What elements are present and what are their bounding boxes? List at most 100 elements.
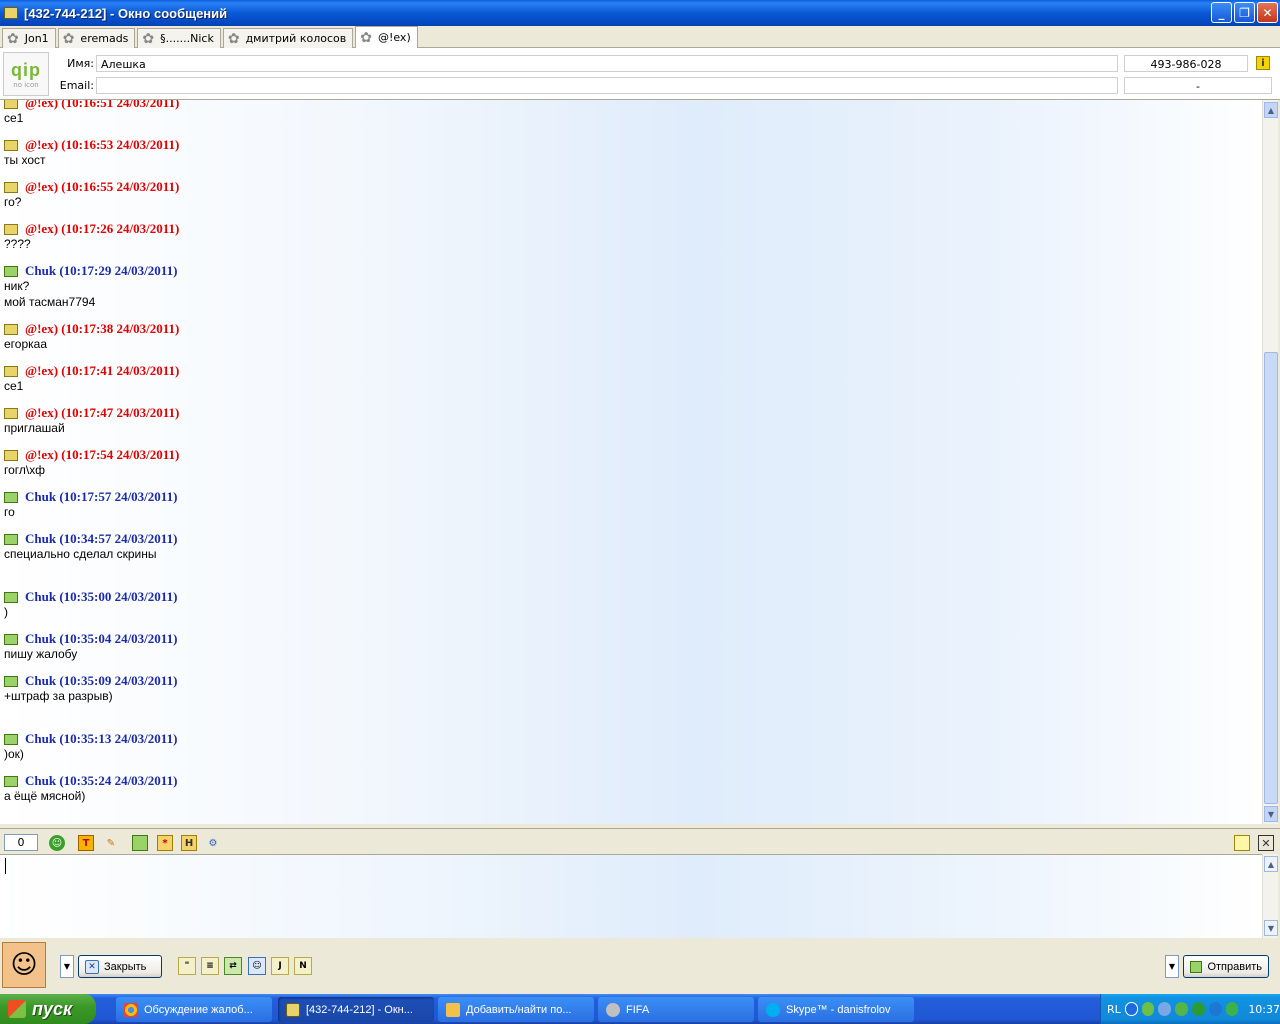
close-window-button[interactable]: ✕ bbox=[1257, 2, 1278, 23]
message-icon bbox=[4, 591, 18, 603]
status-flower-icon: ✿ bbox=[360, 29, 372, 46]
message-input[interactable] bbox=[0, 854, 1262, 938]
message-text: )ок) bbox=[4, 747, 24, 761]
contact-info-panel: qip no icon Имя: Алешка Email: 493-986-0… bbox=[0, 48, 1280, 100]
tab-label: eremads bbox=[80, 32, 129, 45]
send-button-label: Отправить bbox=[1207, 960, 1262, 973]
user-info-icon[interactable]: i bbox=[1256, 56, 1270, 70]
scroll-up-arrow-icon[interactable]: ▲ bbox=[1264, 102, 1278, 118]
minimize-button[interactable]: _ bbox=[1211, 2, 1232, 23]
message-text: егоркаа bbox=[4, 337, 47, 351]
message-item: @!ex) (10:17:41 24/03/2011) се1 bbox=[4, 363, 179, 394]
color-icon[interactable]: ✎ bbox=[103, 835, 119, 851]
tab-lex[interactable]: ✿ @!ex) bbox=[355, 26, 418, 48]
send-icon bbox=[1190, 960, 1203, 973]
tab-eremads[interactable]: ✿ eremads bbox=[57, 28, 136, 48]
tab-dmitry-kolosov[interactable]: ✿ дмитрий колосов bbox=[222, 28, 354, 48]
message-sender: Chuk (10:35:09 24/03/2011) bbox=[25, 673, 178, 688]
template-icon[interactable]: ≡ bbox=[201, 957, 219, 975]
message-text: ник? мой тасман7794 bbox=[4, 279, 96, 309]
status-flower-icon: ✿ bbox=[142, 30, 155, 47]
input-toolbar: 0 ☺ T ✎ * H ⚙ ✕ bbox=[0, 828, 1280, 854]
message-sender: Chuk (10:17:29 24/03/2011) bbox=[25, 263, 178, 278]
start-button[interactable]: пуск bbox=[0, 994, 96, 1024]
input-scrollbar[interactable]: ▲ ▼ bbox=[1262, 854, 1278, 938]
email-field[interactable] bbox=[96, 77, 1118, 94]
close-button[interactable]: ✕ Закрыть bbox=[78, 955, 162, 978]
message-text: ) bbox=[4, 605, 8, 619]
name-field[interactable]: Алешка bbox=[96, 55, 1118, 72]
tab-label: @!ex) bbox=[377, 31, 411, 44]
note-icon[interactable] bbox=[1234, 835, 1250, 851]
scroll-up-arrow-icon[interactable]: ▲ bbox=[1264, 856, 1278, 872]
close-button-label: Закрыть bbox=[104, 960, 147, 973]
start-label: пуск bbox=[32, 998, 73, 1019]
message-text: приглашай bbox=[4, 421, 65, 435]
taskbar-item-skype[interactable]: Skype™ - danisfrolov bbox=[758, 997, 914, 1022]
tab-jon1[interactable]: ✿ Jon1 bbox=[2, 28, 56, 48]
tray-expand-icon[interactable] bbox=[1124, 1002, 1138, 1016]
message-item: Chuk (10:17:29 24/03/2011) ник? мой тасм… bbox=[4, 263, 178, 310]
avatar-caption: no icon bbox=[13, 80, 39, 89]
taskbar-item-fifa[interactable]: FIFA bbox=[598, 997, 754, 1022]
taskbar-item-chrome[interactable]: Обсуждение жалоб... bbox=[116, 997, 272, 1022]
contacts-icon[interactable]: ⚙ bbox=[205, 835, 221, 851]
network-icon[interactable] bbox=[1158, 1002, 1172, 1016]
font-icon[interactable]: T bbox=[78, 835, 94, 851]
security-icon[interactable] bbox=[1225, 1002, 1239, 1016]
message-text: го? bbox=[4, 195, 22, 209]
skype-icon bbox=[766, 1002, 780, 1017]
message-text: пишу жалобу bbox=[4, 647, 78, 661]
contact-details-icon[interactable]: ☺ bbox=[248, 957, 266, 975]
close-options-dropdown[interactable]: ▼ bbox=[60, 955, 74, 978]
chat-scrollbar[interactable]: ▲ ▼ bbox=[1262, 100, 1278, 824]
message-item: Chuk (10:35:09 24/03/2011) +штраф за раз… bbox=[4, 673, 178, 704]
message-icon bbox=[4, 675, 18, 687]
request-auth-icon[interactable]: J bbox=[271, 957, 289, 975]
history-icon[interactable]: H bbox=[181, 835, 197, 851]
send-options-dropdown[interactable]: ▼ bbox=[1165, 955, 1179, 978]
quote-icon[interactable]: " bbox=[178, 957, 196, 975]
uin-field[interactable]: 493-986-028 bbox=[1124, 55, 1248, 72]
message-icon bbox=[4, 223, 18, 235]
smiley-icon[interactable]: ☺ bbox=[49, 835, 65, 851]
title-bar[interactable]: [432-744-212] - Окно сообщений _ ❐ ✕ bbox=[0, 0, 1280, 26]
message-sender: Chuk (10:35:04 24/03/2011) bbox=[25, 631, 178, 646]
translit-icon[interactable]: ⇄ bbox=[224, 957, 242, 975]
close-icon: ✕ bbox=[85, 959, 99, 974]
message-icon bbox=[4, 633, 18, 645]
window-title: [432-744-212] - Окно сообщений bbox=[24, 5, 228, 21]
scroll-down-arrow-icon[interactable]: ▼ bbox=[1264, 920, 1278, 936]
task-label: FIFA bbox=[626, 1003, 650, 1016]
window-controls: _ ❐ ✕ bbox=[1211, 2, 1278, 23]
restore-button[interactable]: ❐ bbox=[1234, 2, 1255, 23]
antivirus-icon[interactable] bbox=[1192, 1002, 1205, 1016]
message-sender: Chuk (10:34:57 24/03/2011) bbox=[25, 531, 178, 546]
save-history-icon[interactable] bbox=[132, 835, 148, 851]
message-sender: @!ex) (10:17:54 24/03/2011) bbox=[25, 447, 180, 462]
send-file-icon[interactable]: * bbox=[157, 835, 173, 851]
secondary-id-field: - bbox=[1124, 77, 1272, 94]
system-tray: RL 10:37 bbox=[1100, 994, 1280, 1024]
notes-icon[interactable]: N bbox=[294, 957, 312, 975]
clock: 10:37 bbox=[1248, 1002, 1280, 1016]
language-indicator[interactable]: RL bbox=[1107, 1003, 1121, 1016]
tab-nick[interactable]: ✿ §.......Nick bbox=[137, 28, 221, 48]
utorrent-icon[interactable] bbox=[1175, 1002, 1189, 1016]
send-button[interactable]: Отправить bbox=[1183, 955, 1269, 978]
close-tab-icon[interactable]: ✕ bbox=[1258, 835, 1274, 851]
message-item: @!ex) (10:17:47 24/03/2011) приглашай bbox=[4, 405, 179, 436]
scroll-down-arrow-icon[interactable]: ▼ bbox=[1264, 806, 1278, 822]
taskbar-item-add-find[interactable]: Добавить/найти по... bbox=[438, 997, 594, 1022]
message-icon bbox=[4, 139, 18, 151]
message-sender: @!ex) (10:16:55 24/03/2011) bbox=[25, 179, 180, 194]
skype-tray-icon[interactable] bbox=[1208, 1002, 1222, 1016]
message-icon bbox=[4, 407, 18, 419]
scroll-thumb[interactable] bbox=[1264, 352, 1278, 804]
fifa-icon bbox=[606, 1002, 620, 1017]
bottom-button-bar: ☺ ▼ ✕ Закрыть " ≡ ⇄ ☺ J N ▼ Отправить bbox=[0, 940, 1280, 992]
taskbar-item-message-window[interactable]: [432-744-212] - Окн... bbox=[278, 997, 434, 1022]
qip-tray-icon[interactable] bbox=[1141, 1002, 1155, 1016]
chat-history[interactable]: @!ex) (10:16:51 24/03/2011) се1 @!ex) (1… bbox=[0, 100, 1262, 824]
message-icon bbox=[4, 365, 18, 377]
